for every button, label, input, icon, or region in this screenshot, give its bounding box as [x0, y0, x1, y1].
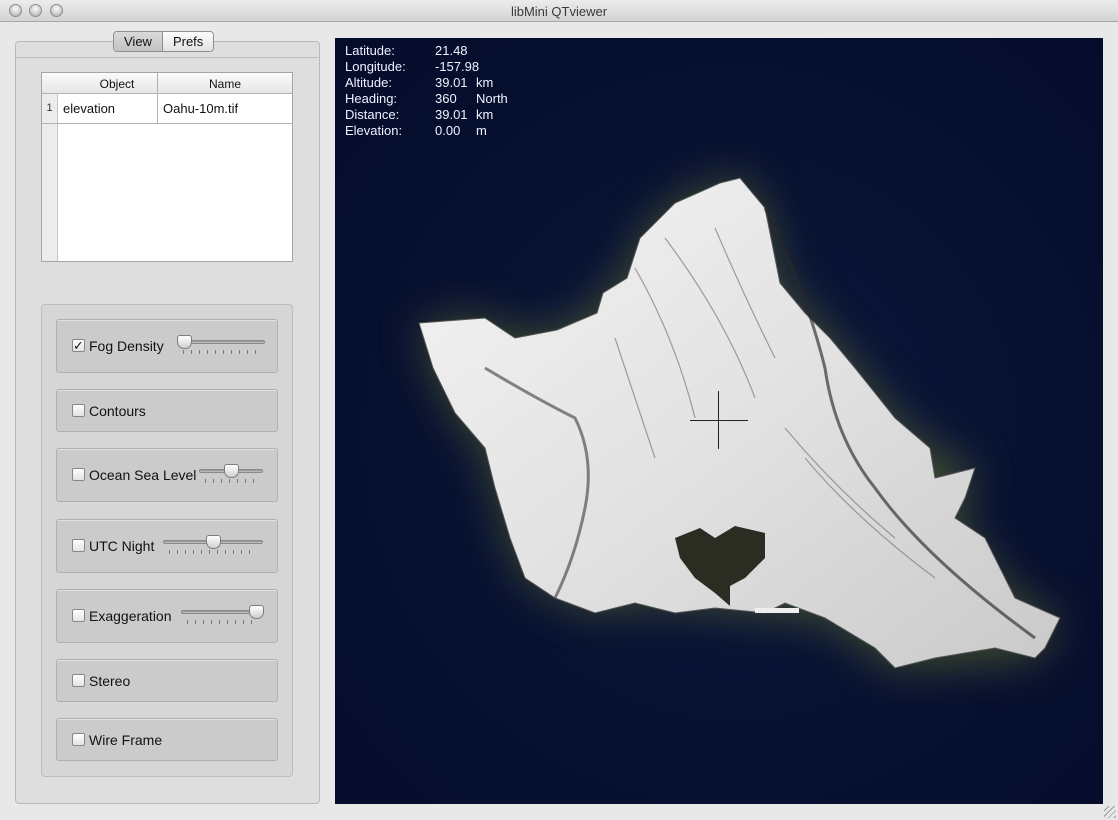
wire-frame-checkbox[interactable]	[72, 733, 85, 746]
slider-ticks	[169, 550, 257, 554]
table-row[interactable]: 1 elevation Oahu-10m.tif	[42, 94, 292, 124]
utc-night-slider[interactable]	[163, 535, 263, 555]
ocean-sea-level-slider-thumb[interactable]	[224, 464, 239, 478]
tab-view[interactable]: View	[114, 32, 163, 51]
cell-name[interactable]: Oahu-10m.tif	[163, 101, 238, 116]
fog-density-slider[interactable]	[177, 335, 265, 355]
tab-prefs[interactable]: Prefs	[162, 32, 214, 51]
stereo-panel: Stereo	[56, 659, 278, 702]
title-bar[interactable]: libMini QTviewer	[0, 0, 1118, 22]
crosshair-vertical	[718, 391, 719, 449]
ocean-sea-level-slider[interactable]	[199, 464, 263, 484]
contours-checkbox[interactable]	[72, 404, 85, 417]
terrain-viewport[interactable]: Latitude: 21.48 Longitude: -157.98 Altit…	[335, 38, 1103, 804]
ocean-sea-level-panel: Ocean Sea Level	[56, 448, 278, 502]
cell-object[interactable]: elevation	[63, 101, 115, 116]
exaggeration-slider[interactable]	[181, 605, 264, 625]
ocean-sea-level-label: Ocean Sea Level	[89, 467, 197, 483]
crosshair-horizontal	[690, 420, 748, 421]
column-divider	[157, 73, 158, 124]
window-title: libMini QTviewer	[510, 4, 608, 19]
exaggeration-panel: Exaggeration	[56, 589, 278, 643]
fog-density-checkbox[interactable]: ✓	[72, 339, 85, 352]
contours-label: Contours	[89, 403, 146, 419]
tab-divider	[16, 57, 318, 58]
utc-night-panel: UTC Night	[56, 519, 278, 573]
table-header: Object Name	[42, 73, 292, 94]
stereo-label: Stereo	[89, 673, 131, 689]
exaggeration-checkbox[interactable]	[72, 609, 85, 622]
app-window: libMini QTviewer View Prefs Object Name …	[0, 0, 1118, 820]
slider-ticks	[205, 479, 257, 483]
column-header-name[interactable]: Name	[158, 77, 292, 91]
utc-night-label: UTC Night	[89, 538, 155, 554]
slider-ticks	[187, 620, 257, 624]
contours-panel: Contours	[56, 389, 278, 432]
tab-bar: View Prefs	[113, 31, 215, 52]
fog-density-label: Fog Density	[89, 338, 164, 354]
exaggeration-slider-thumb[interactable]	[249, 605, 264, 619]
wire-frame-label: Wire Frame	[89, 732, 163, 748]
utc-night-slider-thumb[interactable]	[206, 535, 221, 549]
island-terrain-render	[418, 177, 1061, 669]
utc-night-checkbox[interactable]	[72, 539, 85, 552]
wire-frame-panel: Wire Frame	[56, 718, 278, 761]
airport-runway	[755, 608, 799, 613]
oahu-island	[418, 177, 1061, 669]
exaggeration-label: Exaggeration	[89, 608, 172, 624]
slider-ticks	[183, 350, 259, 354]
resize-grip-icon[interactable]	[1104, 806, 1116, 818]
fog-density-slider-thumb[interactable]	[177, 335, 192, 349]
stereo-checkbox[interactable]	[72, 674, 85, 687]
fog-density-panel: ✓ Fog Density	[56, 319, 278, 373]
row-number: 1	[42, 94, 58, 123]
object-table[interactable]: Object Name 1 elevation Oahu-10m.tif	[41, 72, 293, 262]
ocean-sea-level-checkbox[interactable]	[72, 468, 85, 481]
